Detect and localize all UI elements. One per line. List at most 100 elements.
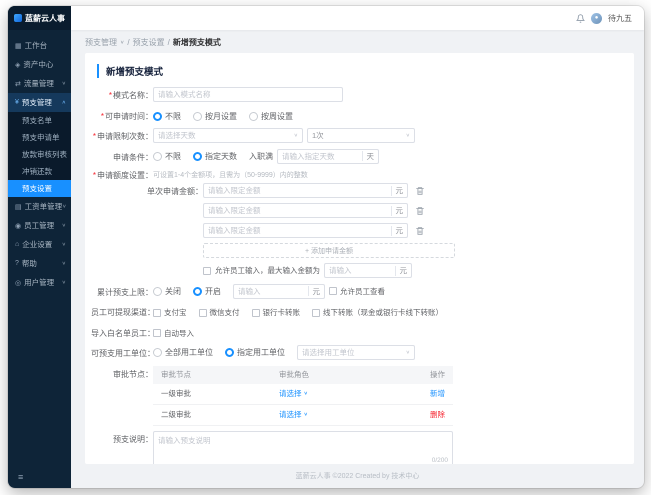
field-label: 申请限制次数	[91, 128, 153, 142]
submenu-item-advance-list[interactable]: 预支名单	[8, 112, 71, 129]
amount-row: 元	[203, 203, 455, 218]
submenu-item-writeoff-repayment[interactable]: 冲销还款	[8, 163, 71, 180]
amount-row: 元	[203, 223, 455, 238]
breadcrumb-level1[interactable]: 预支管理	[85, 37, 117, 48]
field-label: 累计预支上限	[91, 284, 153, 298]
role-select[interactable]: 请选择 ∨	[279, 409, 308, 420]
submenu-item-label: 预支申请单	[22, 133, 60, 142]
role-select[interactable]: 请选择 ∨	[279, 388, 308, 399]
sidebar-item-workbench[interactable]: ▦ 工作台	[8, 36, 71, 55]
submenu-item-label: 预支名单	[22, 116, 52, 125]
radio-monthly[interactable]: 按月设置	[193, 111, 237, 122]
chevron-down-icon: ∨	[303, 391, 308, 397]
amount-input-wrap: 元	[203, 203, 408, 218]
sidebar-item-user-management[interactable]: ◎ 用户管理 ∨	[8, 273, 71, 292]
user-icon: ◎	[15, 279, 22, 287]
advance-submenu: 预支名单 预支申请单 放款审核列表 冲销还款 预支设置	[8, 112, 71, 197]
company-icon: ⌂	[15, 241, 20, 248]
trash-icon[interactable]	[415, 206, 425, 216]
cumulative-input[interactable]	[234, 284, 308, 298]
form-card: 新增预支模式 模式名称 可申请时间 不限 按月设置 按周设置	[85, 53, 634, 464]
radio-weekly[interactable]: 按周设置	[249, 111, 293, 122]
amount-input-1[interactable]	[204, 184, 391, 197]
work-unit-select[interactable]: 请选择用工单位 ∨	[297, 345, 415, 360]
sidebar-item-asset-center[interactable]: ◈ 资产中心	[8, 55, 71, 74]
trash-icon[interactable]	[415, 186, 425, 196]
breadcrumb-level2[interactable]: 预支设置	[133, 37, 165, 48]
avatar[interactable]: ●	[591, 12, 602, 24]
condition-prefix-label: 入职满	[249, 151, 273, 161]
max-amount-input[interactable]	[325, 264, 395, 277]
amount-input-wrap: 元	[203, 223, 408, 238]
form-row-single-amount: 单次申请金额 元 元	[91, 183, 622, 278]
sidebar-item-employee-management[interactable]: ◉ 员工管理 ∨	[8, 216, 71, 235]
app-logo: 蓝薪云人事	[8, 6, 71, 30]
chevron-down-icon: ∨	[303, 412, 308, 418]
chevron-down-icon: ∨	[293, 133, 298, 139]
breadcrumb-current: 新增预支模式	[172, 38, 221, 47]
sidebar-item-label: 预支管理	[21, 98, 52, 107]
radio-condition-days[interactable]: 指定天数	[193, 151, 237, 162]
trash-icon[interactable]	[415, 226, 425, 236]
approval-table-header: 审批节点 审批角色 操作	[153, 365, 453, 384]
sidebar: 蓝薪云人事 ▦ 工作台 ◈ 资产中心 ⇄ 流量管理 ∨ ¥ 预支管理 ∧ 预支名…	[8, 6, 71, 488]
sidebar-item-flow-management[interactable]: ⇄ 流量管理 ∨	[8, 74, 71, 93]
field-label: 模式名称	[91, 87, 153, 101]
channel-alipay-checkbox[interactable]: 支付宝	[153, 307, 187, 318]
allow-input-checkbox[interactable]	[203, 266, 211, 275]
submenu-item-label: 预支设置	[22, 184, 52, 193]
radio-all-units[interactable]: 全部用工单位	[153, 347, 213, 358]
footer-copyright: 蓝薪云人事 ©2022 Created by 技术中心	[295, 473, 420, 480]
bell-icon[interactable]	[576, 13, 585, 23]
radio-cumulative-off[interactable]: 关闭	[153, 286, 181, 297]
amount-input-wrap: 元	[203, 183, 408, 198]
note-textarea[interactable]	[154, 432, 452, 464]
radio-cumulative-on[interactable]: 开启	[193, 286, 221, 297]
user-name[interactable]: 待九五	[608, 13, 632, 24]
amount-input-2[interactable]	[204, 204, 391, 217]
delete-node-link[interactable]: 删除	[430, 410, 445, 419]
channel-wechat-checkbox[interactable]: 微信支付	[198, 307, 240, 318]
channel-offline-checkbox[interactable]: 线下转账（现金或银行卡线下转账）	[312, 307, 443, 318]
times-select[interactable]: 1次 ∨	[307, 128, 415, 143]
condition-days-input[interactable]	[278, 149, 362, 163]
submenu-item-loan-review-list[interactable]: 放款审核列表	[8, 146, 71, 163]
field-label: 预支说明	[91, 431, 153, 445]
radio-no-limit[interactable]: 不限	[153, 111, 181, 122]
days-select[interactable]: 请选择天数 ∨	[153, 128, 303, 143]
sidebar-item-advance-management[interactable]: ¥ 预支管理 ∧	[8, 93, 71, 112]
submenu-item-advance-applications[interactable]: 预支申请单	[8, 129, 71, 146]
submenu-item-advance-settings[interactable]: 预支设置	[8, 180, 71, 197]
chevron-down-icon: ∨	[405, 133, 410, 139]
yuan-unit-label: 元	[394, 265, 412, 276]
condition-days-input-wrap: 天	[277, 148, 379, 164]
days-unit-label: 天	[361, 151, 379, 161]
add-node-link[interactable]: 新增	[430, 389, 445, 398]
channel-bankcard-checkbox[interactable]: 银行卡转账	[251, 307, 300, 318]
add-amount-button[interactable]: + 添加申请金额	[203, 243, 455, 258]
sidebar-item-label: 工资单管理	[24, 202, 63, 211]
sidebar-collapse-icon[interactable]: ≡	[18, 472, 23, 482]
chevron-down-icon: ∨	[61, 261, 66, 267]
sidebar-item-label: 流量管理	[23, 79, 54, 88]
auto-import-checkbox[interactable]: 自动导入	[153, 328, 194, 339]
col-role: 审批角色	[279, 370, 309, 379]
radio-specified-units[interactable]: 指定用工单位	[225, 347, 285, 358]
sidebar-item-help[interactable]: ? 帮助 ∨	[8, 254, 71, 273]
allow-view-checkbox[interactable]: 允许员工查看	[329, 286, 385, 297]
radio-condition-none[interactable]: 不限	[153, 151, 181, 162]
form-row-withdraw-channels: 员工可提现渠道 支付宝 微信支付 银行卡转账 线下转账（现金或银行卡线下转账）	[91, 304, 622, 319]
mode-name-input[interactable]	[154, 88, 342, 101]
allow-input-row: 允许员工输入，最大输入金额为 元	[203, 263, 455, 278]
chevron-down-icon: ∨	[61, 81, 66, 87]
yuan-unit-label: 元	[307, 286, 325, 296]
sidebar-item-label: 工作台	[24, 41, 48, 50]
help-icon: ?	[15, 260, 19, 267]
page-title: 新增预支模式	[97, 64, 622, 78]
main-area: ● 待九五 预支管理 ∨ / 预支设置 / 新增预支模式 新增预支模式 模式名称	[71, 6, 644, 488]
cumulative-input-wrap: 元	[233, 283, 325, 299]
sidebar-item-company-settings[interactable]: ⌂ 企业设置 ∨	[8, 235, 71, 254]
form-row-quota: 申请额度设置 可设置1-4个金额项，且需为（50-9999）内的整数	[91, 169, 622, 181]
sidebar-item-payroll-management[interactable]: ▤ 工资单管理 ∨	[8, 197, 71, 216]
amount-input-3[interactable]	[204, 224, 391, 237]
